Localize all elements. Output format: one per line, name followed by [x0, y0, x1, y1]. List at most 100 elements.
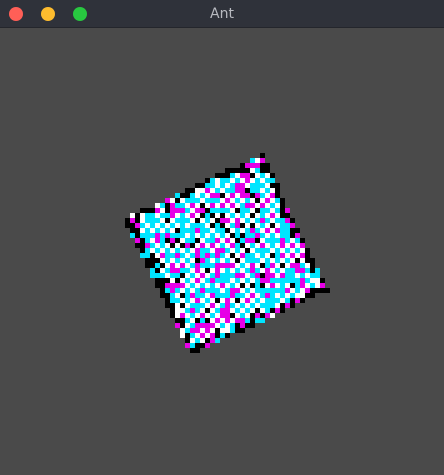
grid-cell	[275, 218, 280, 223]
grid-cell	[280, 298, 285, 303]
grid-cell	[230, 308, 235, 313]
grid-cell	[160, 213, 165, 218]
grid-cell	[250, 263, 255, 268]
grid-cell	[250, 213, 255, 218]
grid-cell	[285, 273, 290, 278]
grid-cell	[185, 338, 190, 343]
grid-cell	[160, 268, 165, 273]
grid-cell	[230, 188, 235, 193]
grid-cell	[225, 328, 230, 333]
grid-cell	[195, 278, 200, 283]
grid-cell	[260, 268, 265, 273]
grid-cell	[280, 293, 285, 298]
grid-cell	[255, 158, 260, 163]
grid-cell	[180, 313, 185, 318]
grid-cell	[270, 253, 275, 258]
grid-cell	[245, 208, 250, 213]
grid-cell	[200, 233, 205, 238]
grid-cell	[200, 193, 205, 198]
grid-cell	[180, 268, 185, 273]
grid-cell	[200, 238, 205, 243]
grid-cell	[170, 243, 175, 248]
grid-cell	[180, 203, 185, 208]
grid-cell	[260, 243, 265, 248]
grid-cell	[155, 268, 160, 273]
grid-cell	[170, 258, 175, 263]
grid-cell	[195, 183, 200, 188]
grid-cell	[210, 208, 215, 213]
grid-cell	[285, 213, 290, 218]
grid-cell	[250, 208, 255, 213]
grid-cell	[315, 278, 320, 283]
grid-cell	[280, 243, 285, 248]
grid-cell	[185, 203, 190, 208]
grid-cell	[155, 248, 160, 253]
grid-cell	[300, 253, 305, 258]
grid-cell	[220, 333, 225, 338]
grid-cell	[145, 208, 150, 213]
ant-simulation-grid	[125, 153, 330, 353]
grid-cell	[210, 298, 215, 303]
grid-cell	[250, 313, 255, 318]
grid-cell	[265, 303, 270, 308]
grid-cell	[185, 268, 190, 273]
grid-cell	[250, 158, 255, 163]
grid-cell	[250, 283, 255, 288]
grid-cell	[245, 318, 250, 323]
grid-cell	[260, 303, 265, 308]
grid-cell	[135, 218, 140, 223]
grid-cell	[205, 278, 210, 283]
grid-cell	[285, 283, 290, 288]
grid-cell	[220, 303, 225, 308]
grid-cell	[155, 258, 160, 263]
grid-cell	[190, 198, 195, 203]
grid-cell	[240, 268, 245, 273]
grid-cell	[190, 193, 195, 198]
grid-cell	[145, 243, 150, 248]
grid-cell	[240, 273, 245, 278]
grid-cell	[200, 258, 205, 263]
grid-cell	[255, 313, 260, 318]
grid-cell	[225, 318, 230, 323]
grid-cell	[190, 313, 195, 318]
grid-cell	[125, 218, 130, 223]
grid-cell	[210, 238, 215, 243]
grid-cell	[180, 328, 185, 333]
grid-cell	[150, 243, 155, 248]
grid-cell	[225, 323, 230, 328]
grid-cell	[255, 168, 260, 173]
grid-cell	[255, 188, 260, 193]
title-bar[interactable]: Ant	[0, 0, 444, 28]
grid-cell	[295, 268, 300, 273]
grid-cell	[200, 303, 205, 308]
grid-cell	[225, 333, 230, 338]
grid-cell	[190, 188, 195, 193]
grid-cell	[230, 273, 235, 278]
grid-cell	[195, 258, 200, 263]
grid-cell	[305, 258, 310, 263]
grid-cell	[310, 258, 315, 263]
grid-cell	[135, 228, 140, 233]
grid-cell	[155, 263, 160, 268]
grid-cell	[165, 238, 170, 243]
grid-cell	[275, 213, 280, 218]
grid-cell	[235, 223, 240, 228]
grid-cell	[185, 228, 190, 233]
grid-cell	[185, 198, 190, 203]
grid-cell	[230, 278, 235, 283]
grid-cell	[240, 293, 245, 298]
grid-cell	[240, 188, 245, 193]
grid-cell	[215, 328, 220, 333]
grid-cell	[200, 318, 205, 323]
grid-cell	[260, 283, 265, 288]
grid-cell	[245, 253, 250, 258]
grid-cell	[275, 298, 280, 303]
grid-cell	[190, 333, 195, 338]
grid-cell	[185, 243, 190, 248]
grid-cell	[220, 243, 225, 248]
grid-cell	[300, 248, 305, 253]
grid-cell	[250, 308, 255, 313]
grid-cell	[235, 238, 240, 243]
grid-cell	[195, 263, 200, 268]
grid-cell	[260, 233, 265, 238]
